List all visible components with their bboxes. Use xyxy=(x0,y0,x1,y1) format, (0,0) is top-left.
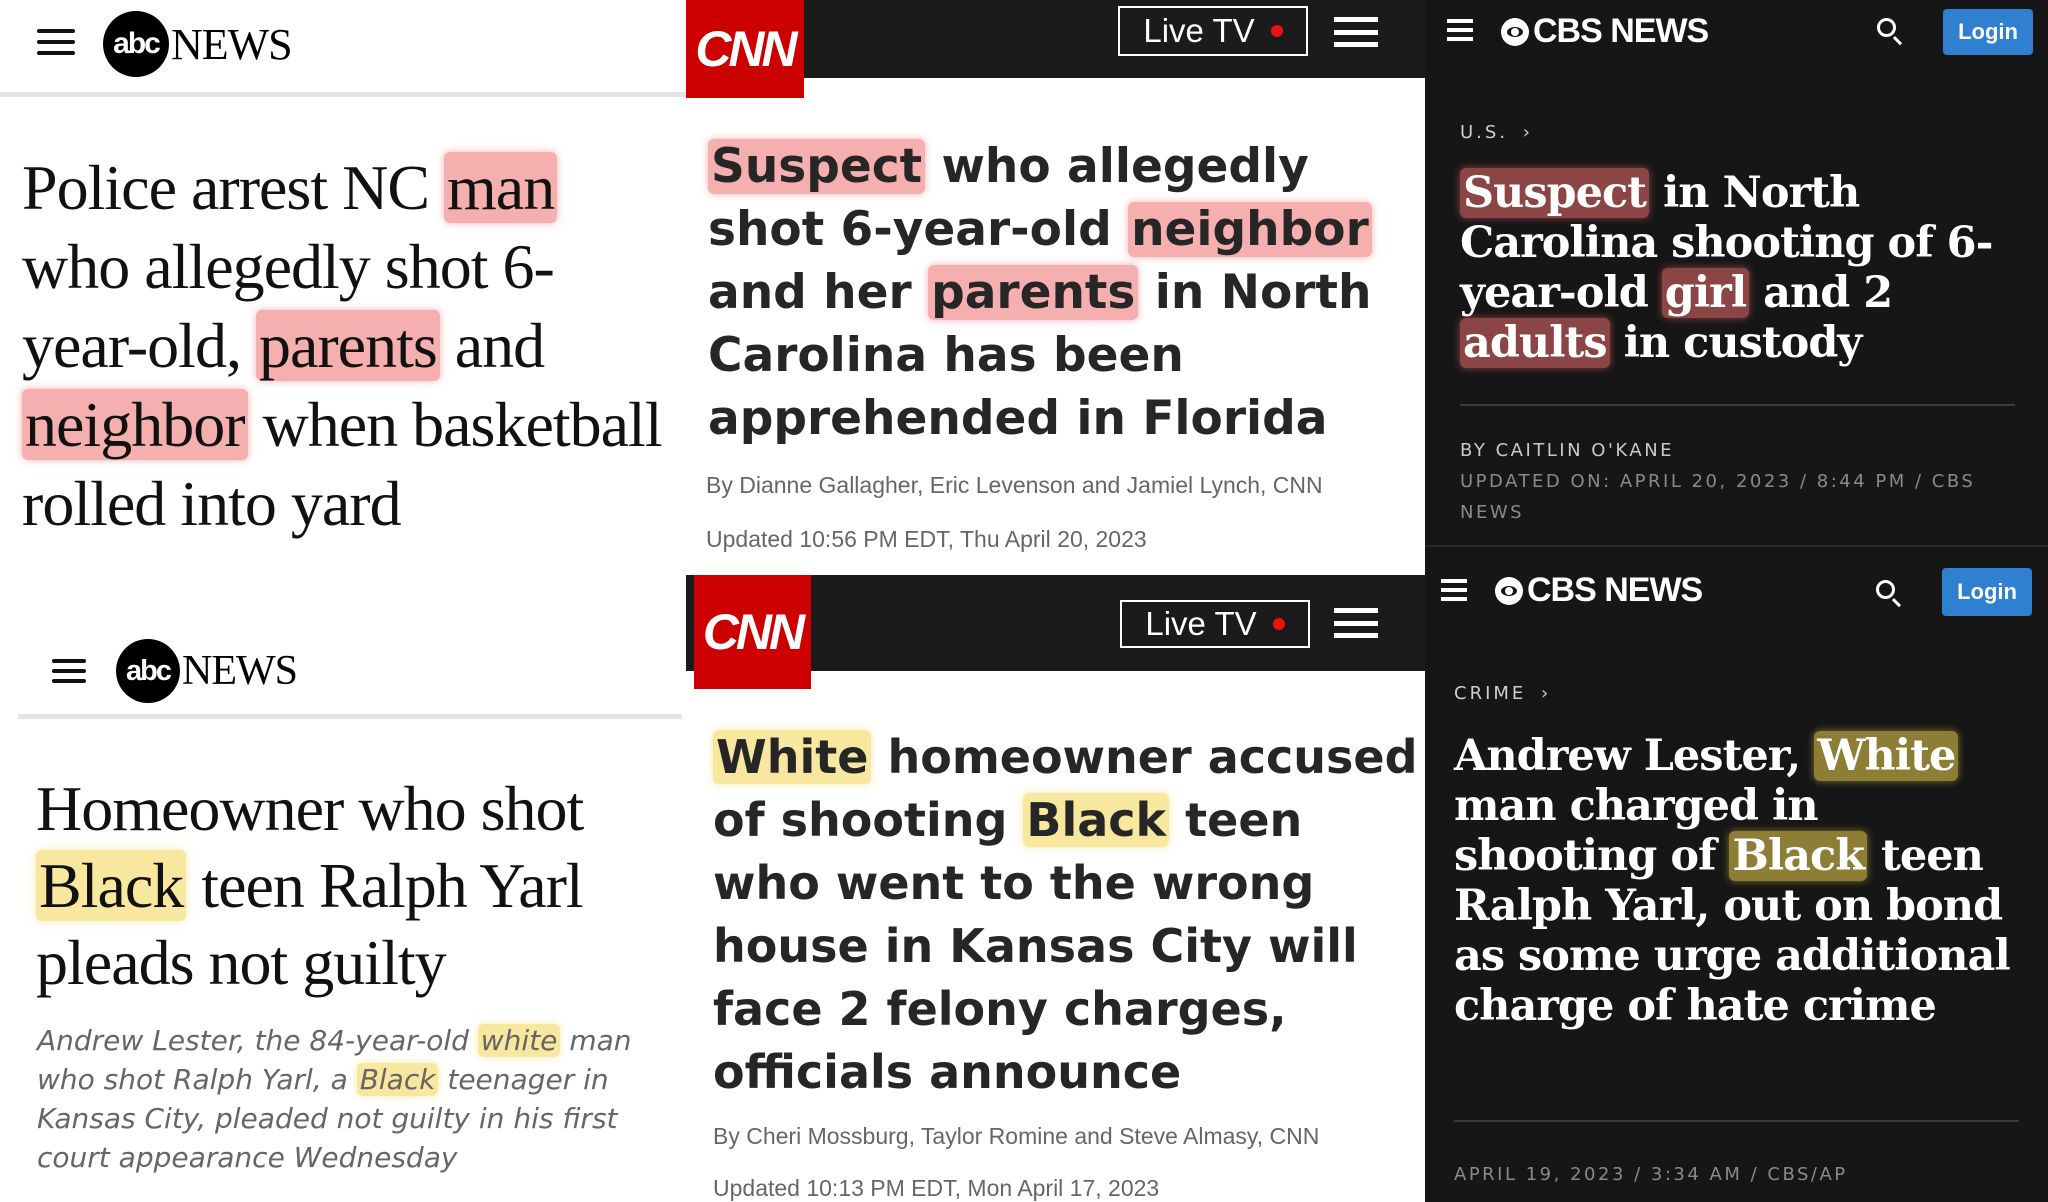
cbs-news-logo[interactable]: CBS NEWS xyxy=(1495,571,1703,610)
kicker-label: CRIME xyxy=(1454,683,1527,704)
live-tv-label: Live TV xyxy=(1145,605,1257,642)
highlight-red: parents xyxy=(255,310,440,381)
live-dot-icon xyxy=(1270,25,1283,37)
highlight-red: Suspect xyxy=(708,139,926,194)
abc-panel-bottom: abc NEWS Homeowner who shot Black teen R… xyxy=(0,630,686,1202)
live-tv-button[interactable]: Live TV xyxy=(1118,6,1308,56)
cnn-panel-bottom: CNN Live TV White homeowner accused of s… xyxy=(686,575,1425,1202)
highlight-yellow: Black xyxy=(1023,793,1170,847)
chevron-right-icon: › xyxy=(1522,122,1533,143)
abc-panel-top: abc NEWS Police arrest NC man who allege… xyxy=(0,0,686,630)
headline[interactable]: Homeowner who shot Black teen Ralph Yarl… xyxy=(36,770,686,1001)
headline-text: and her xyxy=(708,265,929,320)
abc-logo-mark: abc xyxy=(116,639,180,703)
timestamp: Updated 10:13 PM EDT, Mon April 17, 2023 xyxy=(713,1175,1160,1201)
abc-logo-word: NEWS xyxy=(171,19,293,69)
highlight-red: Suspect xyxy=(1460,168,1649,218)
abc-logo-word: NEWS xyxy=(182,648,298,694)
hamburger-menu-icon[interactable] xyxy=(1334,17,1378,47)
timestamp: Updated 10:56 PM EDT, Thu April 20, 2023 xyxy=(706,526,1147,552)
hamburger-menu-icon[interactable] xyxy=(1447,19,1473,41)
hamburger-menu-icon[interactable] xyxy=(52,659,86,683)
highlight-red: man xyxy=(444,152,558,223)
headline[interactable]: Andrew Lester, White man charged in shoo… xyxy=(1454,731,2014,1031)
highlight-yellow: white xyxy=(477,1024,561,1057)
highlight-red: girl xyxy=(1661,268,1750,318)
section-kicker[interactable]: CRIME › xyxy=(1454,683,1551,704)
headline-text: in custody xyxy=(1609,318,1863,368)
headline-text: and 2 xyxy=(1749,268,1893,318)
live-tv-label: Live TV xyxy=(1143,12,1255,49)
headline[interactable]: Suspect who allegedly shot 6-year-old ne… xyxy=(708,135,1423,450)
cbs-eye-icon xyxy=(1501,17,1529,46)
hamburger-menu-icon[interactable] xyxy=(37,29,75,55)
abc-news-logo[interactable]: abc NEWS xyxy=(103,11,293,77)
summary-text: Andrew Lester, the 84-year-old xyxy=(37,1024,478,1057)
cnn-header: CNN Live TV xyxy=(686,0,1425,98)
highlight-red: adults xyxy=(1460,318,1610,368)
cnn-logo[interactable]: CNN xyxy=(694,575,811,689)
section-kicker[interactable]: U.S. › xyxy=(1460,122,1533,143)
hamburger-menu-icon[interactable] xyxy=(1334,608,1378,638)
search-icon[interactable] xyxy=(1877,18,1903,46)
highlight-yellow: White xyxy=(713,730,872,784)
headline[interactable]: Suspect in North Carolina shooting of 6-… xyxy=(1460,168,2020,368)
abc-news-logo[interactable]: abc NEWS xyxy=(116,639,298,703)
abc-header: abc NEWS xyxy=(18,630,682,719)
byline[interactable]: By Cheri Mossburg, Taylor Romine and Ste… xyxy=(713,1123,1319,1150)
kicker-label: U.S. xyxy=(1460,122,1509,143)
live-tv-button[interactable]: Live TV xyxy=(1120,600,1310,648)
highlight-yellow: Black xyxy=(1729,831,1868,881)
article-meta: BY CAITLIN O'KANE UPDATED ON: APRIL 20, … xyxy=(1460,435,2030,528)
divider xyxy=(1454,1120,2019,1122)
byline[interactable]: By Dianne Gallagher, Eric Levenson and J… xyxy=(706,472,1323,499)
timestamp: APRIL 19, 2023 / 3:34 AM / CBS/AP xyxy=(1454,1164,1848,1185)
cnn-header: CNN Live TV xyxy=(686,575,1425,689)
hamburger-menu-icon[interactable] xyxy=(1441,579,1467,601)
highlight-yellow: White xyxy=(1814,731,1959,781)
cbs-panel-bottom: CBS NEWS Login CRIME › Andrew Lester, Wh… xyxy=(1425,545,2048,1202)
cbs-logo-word: CBS NEWS xyxy=(1533,12,1709,50)
highlight-yellow: Black xyxy=(36,850,187,921)
login-button[interactable]: Login xyxy=(1942,568,2032,616)
cnn-panel-top: CNN Live TV Suspect who allegedly shot 6… xyxy=(686,0,1425,575)
cbs-news-logo[interactable]: CBS NEWS xyxy=(1501,12,1709,51)
article-summary: Andrew Lester, the 84-year-old white man… xyxy=(37,1021,657,1177)
headline-text: Police arrest NC xyxy=(22,152,444,223)
cbs-panel-top: CBS NEWS Login U.S. › Suspect in North C… xyxy=(1425,0,2048,545)
highlight-red: neighbor xyxy=(22,389,248,460)
abc-logo-mark: abc xyxy=(103,11,169,77)
timestamp: UPDATED ON: APRIL 20, 2023 / 8:44 PM / C… xyxy=(1460,471,1976,523)
divider xyxy=(1460,404,2015,406)
highlight-red: neighbor xyxy=(1128,202,1372,257)
highlight-red: parents xyxy=(928,265,1139,320)
highlight-yellow: Black xyxy=(356,1063,439,1096)
headline[interactable]: Police arrest NC man who allegedly shot … xyxy=(22,148,672,543)
headline[interactable]: White homeowner accused of shooting Blac… xyxy=(713,726,1423,1104)
login-button[interactable]: Login xyxy=(1943,9,2033,55)
headline-text: and xyxy=(439,310,545,381)
search-icon[interactable] xyxy=(1876,580,1902,608)
cnn-logo[interactable]: CNN xyxy=(686,0,804,98)
cbs-eye-icon xyxy=(1495,576,1523,605)
headline-text: Andrew Lester, xyxy=(1454,731,1815,781)
abc-header: abc NEWS xyxy=(0,0,686,97)
chevron-right-icon: › xyxy=(1541,683,1552,704)
live-dot-icon xyxy=(1272,618,1285,630)
headline-text: Homeowner who shot xyxy=(36,773,584,844)
byline[interactable]: BY CAITLIN O'KANE xyxy=(1460,435,2030,466)
cbs-logo-word: CBS NEWS xyxy=(1527,571,1703,609)
